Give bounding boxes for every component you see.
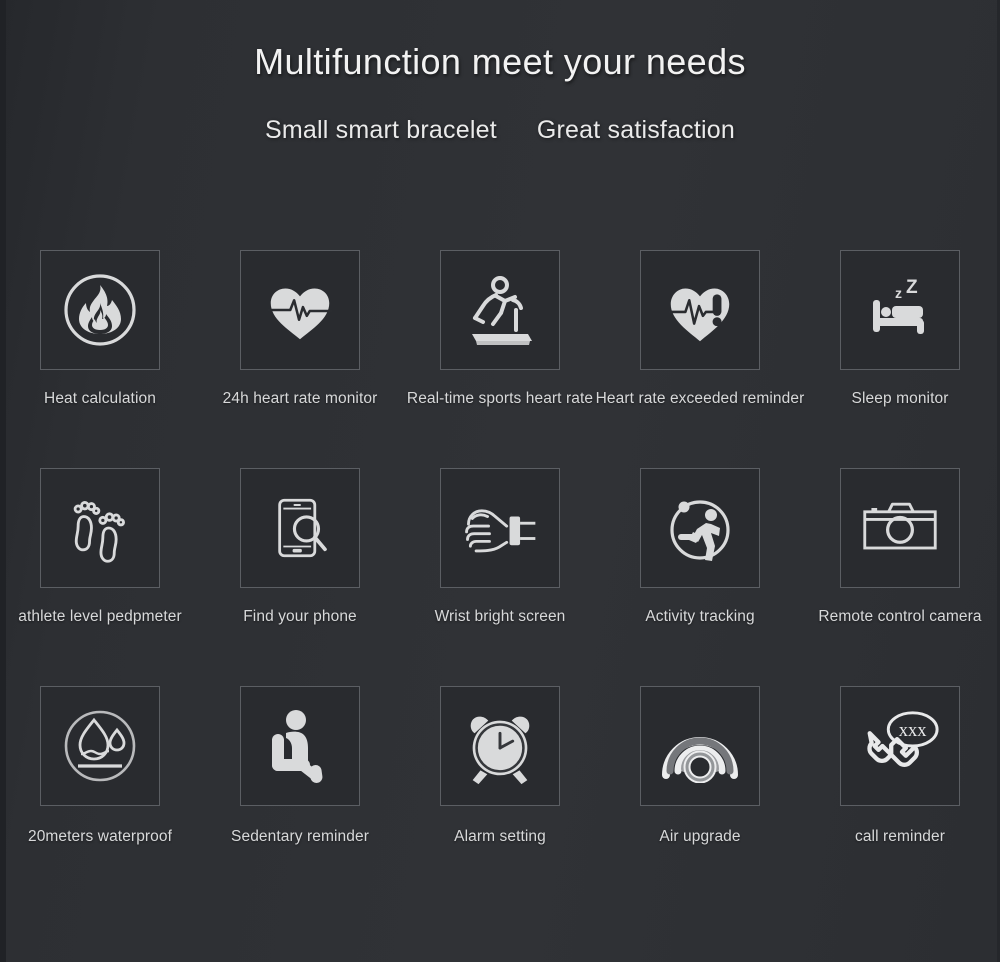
flame-circle-icon [64,274,136,346]
feature-label: Sleep monitor [851,390,949,407]
alarm-clock-icon [470,716,530,785]
sitting-person-icon [272,710,323,783]
feature-item-heart-rate-exceeded[interactable]: Heart rate exceeded reminder [596,238,804,456]
icon-box [840,468,960,588]
feature-label: Air upgrade [659,828,741,845]
icon-box [640,468,760,588]
wrist-band-icon [465,509,536,553]
feature-label: Heat calculation [44,390,156,407]
icon-box [640,250,760,370]
bed-sleep-icon: Z z [873,277,924,334]
feature-label: Remote control camera [818,608,982,625]
feature-label: Heart rate exceeded reminder [595,390,805,407]
icon-box [440,468,560,588]
feature-label: Real-time sports heart rate [406,390,594,407]
subtitle-left: Small smart bracelet [265,116,497,144]
icon-box [40,686,160,806]
broadcast-waves-icon [662,737,738,783]
feature-item-waterproof[interactable]: 20meters waterproof [0,674,200,892]
feature-label: Sedentary reminder [231,828,369,845]
icon-box [240,468,360,588]
icon-box: Z z [840,250,960,370]
heart-pulse-icon [267,288,333,340]
feature-item-pedometer[interactable]: athlete level pedpmeter [0,456,200,674]
footprints-icon [73,501,125,563]
feature-item-air-upgrade[interactable]: Air upgrade [600,674,800,892]
feature-label: Alarm setting [454,828,546,845]
feature-item-heart-rate-monitor[interactable]: 24h heart rate monitor [200,238,400,456]
feature-item-find-your-phone[interactable]: Find your phone [200,456,400,674]
heart-alert-icon [668,288,730,342]
feature-item-heat-calculation[interactable]: Heat calculation [0,238,200,456]
feature-label: 20meters waterproof [27,828,173,845]
feature-label: Activity tracking [645,608,755,625]
feature-label: 24h heart rate monitor [222,390,378,407]
feature-label: call reminder [854,828,946,845]
icon-box [240,250,360,370]
header-block: Multifunction meet your needs Small smar… [0,44,1000,145]
feature-item-wrist-bright-screen[interactable]: Wrist bright screen [400,456,600,674]
phone-search-icon [278,498,327,558]
icon-box [240,686,360,806]
svg-text:xxx: xxx [899,720,928,741]
feature-label: athlete level pedpmeter [18,608,182,625]
icon-box [40,468,160,588]
runner-circle-icon [670,500,730,561]
feature-label: Find your phone [243,608,357,625]
feature-grid: Heat calculation 24h heart rate monitor [0,238,1000,892]
feature-item-sleep-monitor[interactable]: Z z Sleep monitor [800,238,1000,456]
icon-box [640,686,760,806]
svg-text:Z: Z [906,277,918,298]
icon-box [440,686,560,806]
feature-label: Wrist bright screen [434,608,566,625]
icon-box [40,250,160,370]
waterdrop-circle-icon [64,710,136,782]
camera-icon [863,502,937,550]
feature-item-activity-tracking[interactable]: Activity tracking [600,456,800,674]
feature-item-call-reminder[interactable]: xxx call reminder [800,674,1000,892]
icon-box: xxx [840,686,960,806]
feature-item-remote-camera[interactable]: Remote control camera [800,456,1000,674]
subtitle-row: Small smart bracelet Great satisfaction [0,116,1000,145]
page-title: Multifunction meet your needs [254,41,746,82]
treadmill-runner-icon [472,276,532,345]
feature-item-alarm-setting[interactable]: Alarm setting [400,674,600,892]
icon-box [440,250,560,370]
promo-banner: Multifunction meet your needs Small smar… [0,0,1000,962]
subtitle-right: Great satisfaction [536,116,735,144]
phone-call-xxx-icon: xxx [867,711,939,767]
feature-item-realtime-sports-heart-rate[interactable]: Real-time sports heart rate [400,238,600,456]
feature-item-sedentary-reminder[interactable]: Sedentary reminder [200,674,400,892]
svg-text:z: z [895,285,902,301]
